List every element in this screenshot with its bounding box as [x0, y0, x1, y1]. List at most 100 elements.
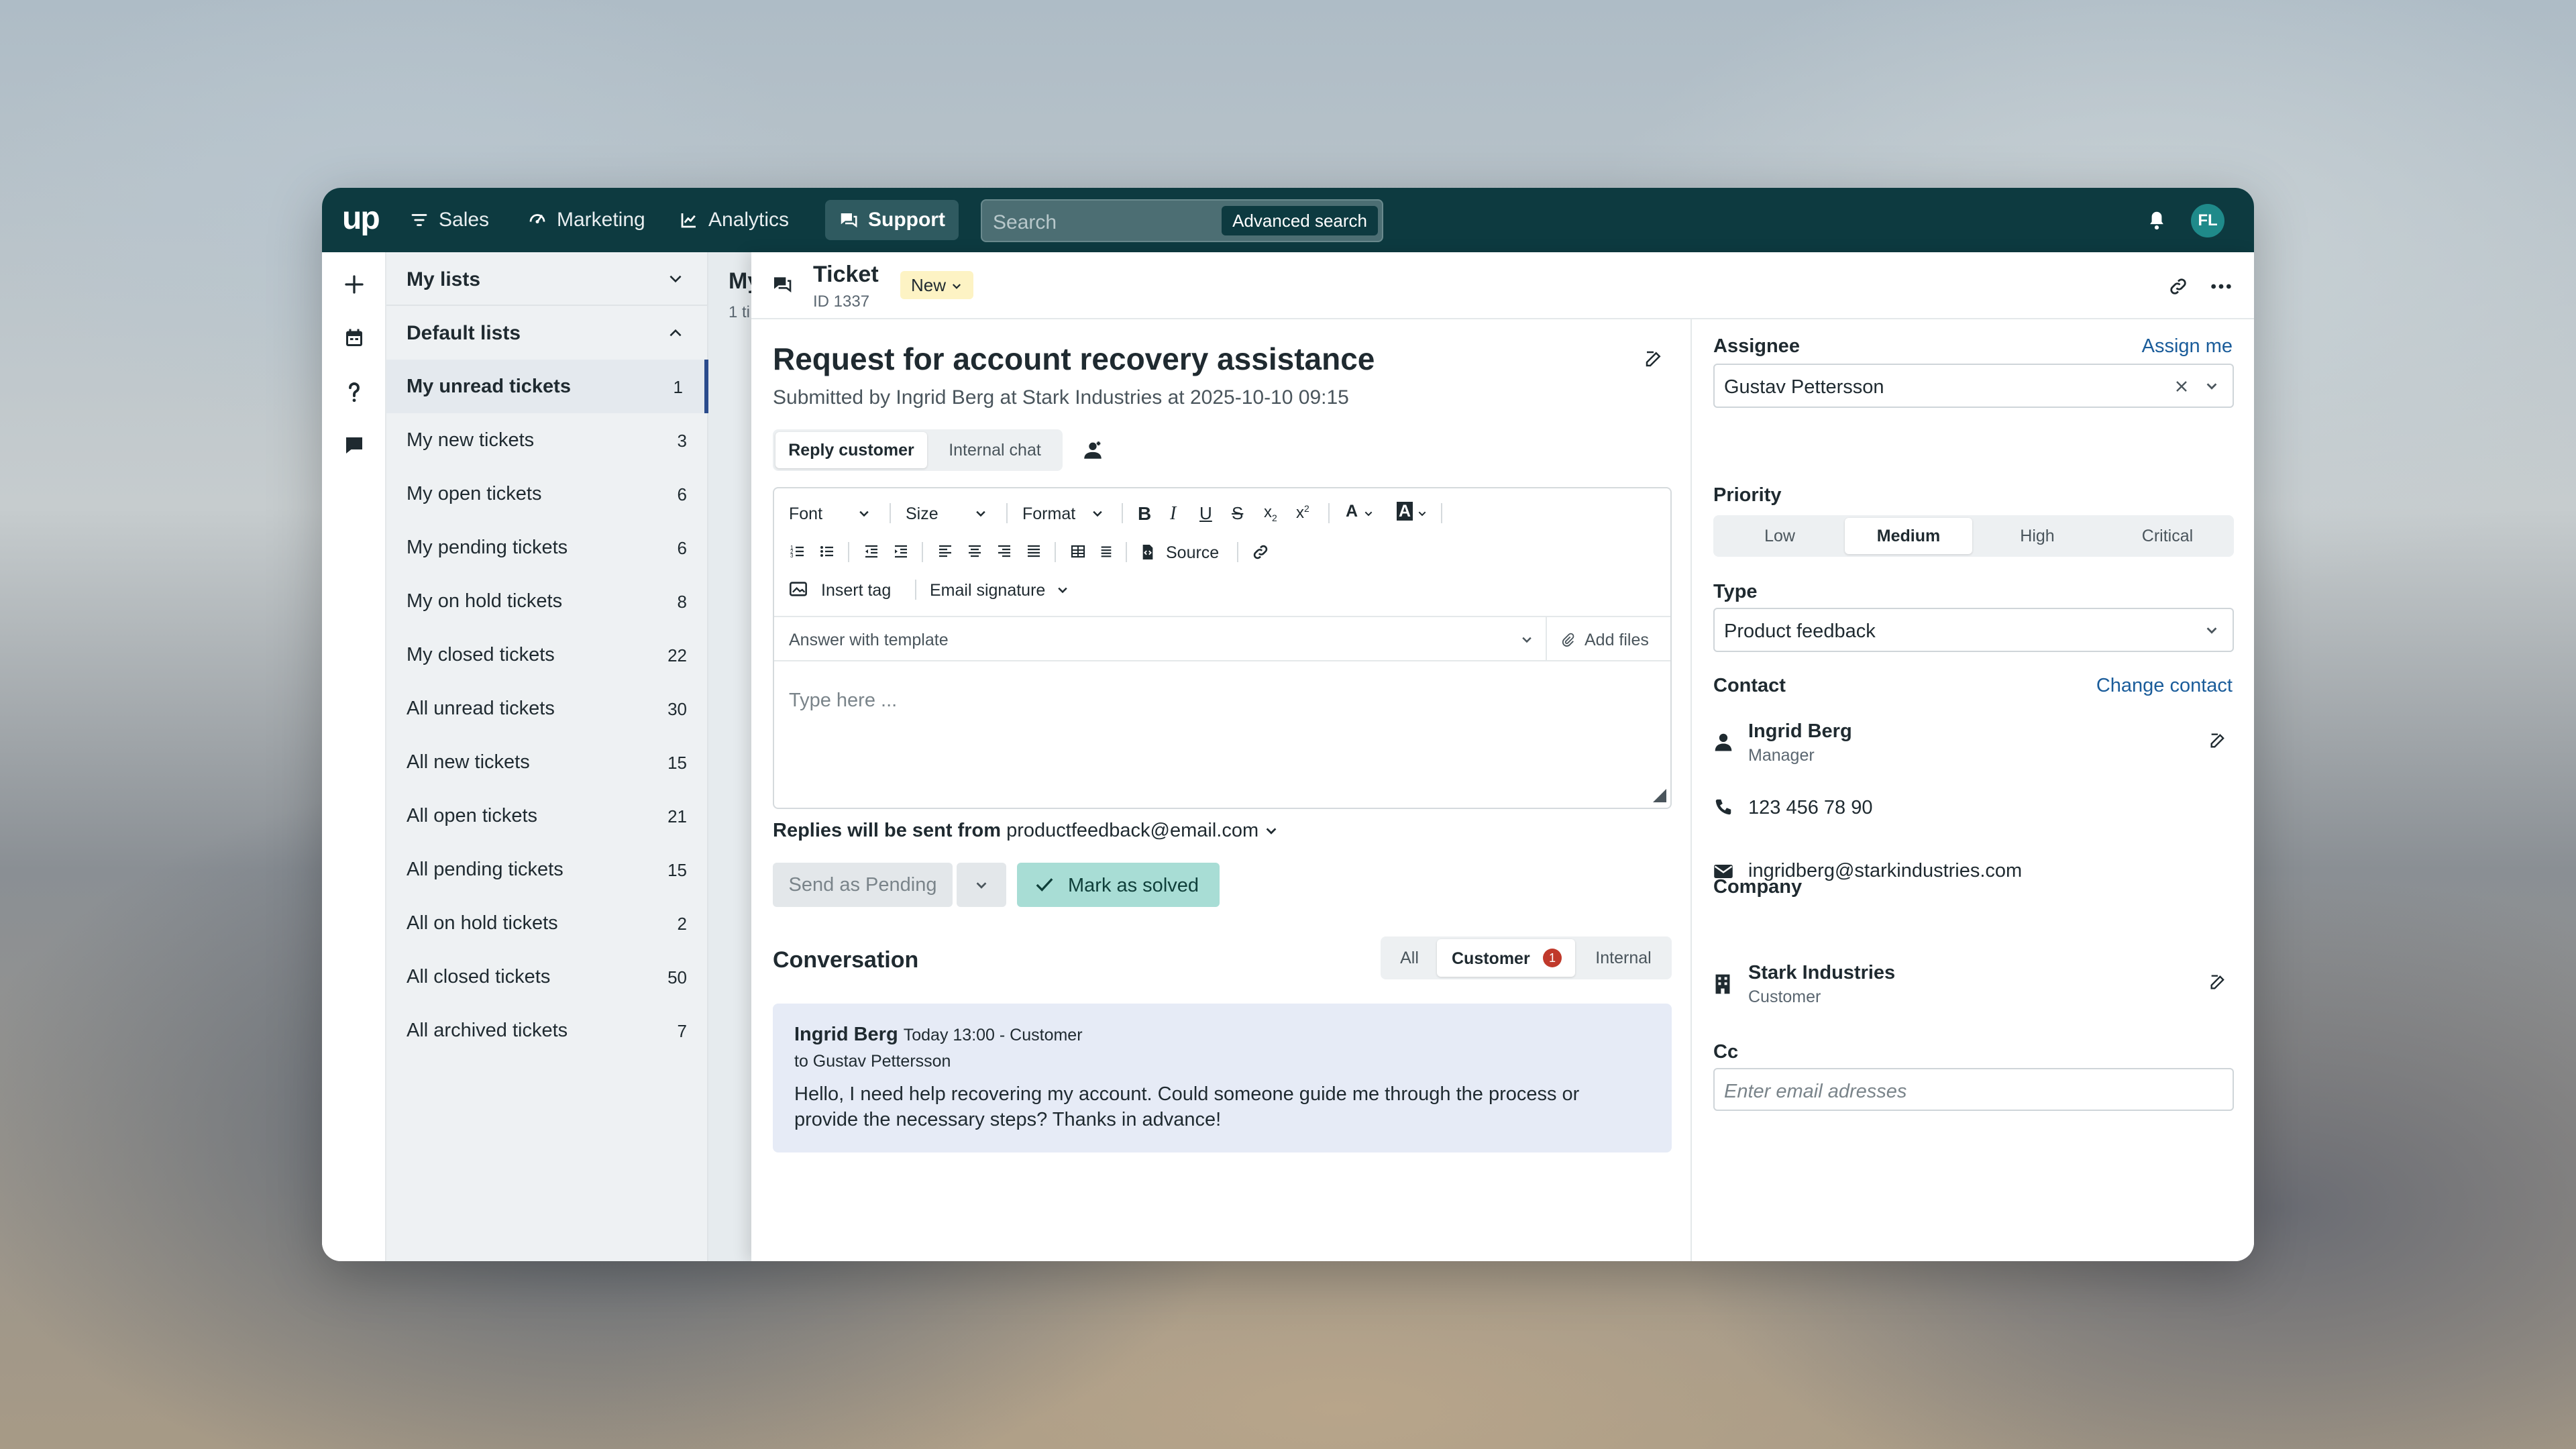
chevron-down-icon[interactable]: [667, 272, 684, 286]
app-logo[interactable]: up: [342, 200, 380, 237]
chevron-down-icon[interactable]: [1363, 510, 1374, 518]
tab-reply-customer[interactable]: Reply customer: [775, 432, 927, 468]
resize-handle-icon[interactable]: [1653, 789, 1666, 802]
user-avatar[interactable]: FL: [2191, 204, 2224, 237]
list-item[interactable]: My open tickets 6: [386, 467, 708, 521]
my-lists-header[interactable]: My lists: [407, 268, 480, 291]
numbered-list-icon[interactable]: 123: [789, 543, 806, 559]
search-input[interactable]: Search: [993, 211, 1057, 234]
link-icon[interactable]: [2168, 276, 2188, 297]
mark-solved-button[interactable]: Mark as solved: [1017, 863, 1220, 907]
filter-all[interactable]: All: [1383, 939, 1436, 977]
nav-support[interactable]: Support: [825, 200, 959, 240]
advanced-search-button[interactable]: Advanced search: [1222, 206, 1378, 235]
list-item[interactable]: My on hold tickets 8: [386, 574, 708, 628]
chevron-down-icon[interactable]: [974, 508, 987, 519]
list-item[interactable]: All archived tickets 7: [386, 1004, 708, 1057]
list-item[interactable]: All unread tickets 30: [386, 682, 708, 735]
email-signature-dropdown[interactable]: Email signature: [930, 581, 1045, 600]
calendar-icon[interactable]: [342, 326, 366, 350]
font-dropdown[interactable]: Font: [789, 504, 822, 524]
filter-customer[interactable]: Customer 1: [1437, 939, 1575, 977]
clear-icon[interactable]: [2174, 378, 2190, 394]
chevron-down-icon[interactable]: [1520, 635, 1534, 645]
priority-critical[interactable]: Critical: [2104, 518, 2231, 554]
chevron-down-icon[interactable]: [1056, 585, 1069, 596]
list-item[interactable]: My closed tickets 22: [386, 628, 708, 682]
subscript-button[interactable]: x2: [1264, 503, 1277, 523]
outdent-icon[interactable]: [863, 543, 880, 559]
italic-button[interactable]: I: [1170, 503, 1176, 525]
add-person-icon[interactable]: [1081, 439, 1104, 462]
contact-email[interactable]: ingridberg@starkindustries.com: [1748, 860, 2022, 882]
add-files-button[interactable]: Add files: [1585, 631, 1649, 650]
assignee-select[interactable]: Gustav Pettersson: [1713, 364, 2234, 408]
chevron-up-icon[interactable]: [667, 326, 684, 339]
list-item[interactable]: All closed tickets 50: [386, 950, 708, 1004]
source-icon[interactable]: [1140, 543, 1155, 561]
superscript-button[interactable]: x2: [1296, 503, 1309, 523]
nav-marketing[interactable]: Marketing: [514, 200, 659, 240]
chevron-down-icon[interactable]: [2204, 625, 2219, 636]
strikethrough-button[interactable]: S: [1232, 503, 1243, 524]
edit-icon[interactable]: [2208, 731, 2227, 750]
align-left-icon[interactable]: [936, 543, 954, 559]
priority-low[interactable]: Low: [1716, 518, 1843, 554]
underline-button[interactable]: U: [1199, 503, 1212, 524]
list-item[interactable]: My new tickets 3: [386, 413, 708, 467]
priority-high[interactable]: High: [1974, 518, 2101, 554]
default-lists-header[interactable]: Default lists: [407, 322, 521, 345]
nav-analytics[interactable]: Analytics: [665, 200, 802, 240]
more-icon[interactable]: [2210, 276, 2233, 297]
chevron-down-icon[interactable]: [857, 508, 871, 519]
chevron-down-icon[interactable]: [2204, 381, 2219, 392]
indent-icon[interactable]: [892, 543, 910, 559]
reply-from[interactable]: Replies will be sent from productfeedbac…: [773, 820, 1279, 842]
list-item[interactable]: All on hold tickets 2: [386, 896, 708, 950]
template-select[interactable]: Answer with template: [789, 631, 949, 650]
plus-icon[interactable]: [342, 272, 366, 297]
insert-tag-button[interactable]: Insert tag: [821, 581, 891, 600]
list-item[interactable]: All pending tickets 15: [386, 843, 708, 896]
edit-icon[interactable]: [2208, 973, 2227, 991]
bullet-list-icon[interactable]: [818, 543, 836, 559]
align-right-icon[interactable]: [996, 543, 1013, 559]
format-dropdown[interactable]: Format: [1022, 504, 1075, 524]
type-select[interactable]: Product feedback: [1713, 608, 2234, 652]
message-icon[interactable]: [342, 433, 366, 458]
contact-phone[interactable]: 123 456 78 90: [1748, 797, 1872, 819]
cc-input[interactable]: Enter email adresses: [1713, 1068, 2234, 1111]
text-color-button[interactable]: A: [1346, 502, 1358, 521]
tab-internal-chat[interactable]: Internal chat: [930, 432, 1060, 468]
send-pending-button[interactable]: Send as Pending: [773, 863, 953, 907]
bell-icon[interactable]: [2147, 209, 2167, 231]
change-contact-link[interactable]: Change contact: [2096, 675, 2233, 697]
edit-icon[interactable]: [1644, 349, 1664, 369]
bold-button[interactable]: B: [1138, 503, 1151, 525]
size-dropdown[interactable]: Size: [906, 504, 938, 524]
priority-medium[interactable]: Medium: [1845, 518, 1972, 554]
assign-me-link[interactable]: Assign me: [2142, 335, 2233, 358]
search-box[interactable]: Search Advanced search: [981, 199, 1383, 242]
list-item[interactable]: My pending tickets 6: [386, 521, 708, 574]
help-icon[interactable]: [342, 380, 366, 404]
horizontal-rule-icon[interactable]: [1099, 543, 1114, 559]
nav-sales[interactable]: Sales: [396, 200, 502, 240]
align-center-icon[interactable]: [966, 543, 983, 559]
highlight-color-button[interactable]: A: [1397, 502, 1413, 521]
list-item[interactable]: My unread tickets 1: [386, 360, 708, 413]
link-icon[interactable]: [1252, 543, 1269, 561]
chevron-down-icon[interactable]: [1417, 510, 1428, 518]
reply-textarea[interactable]: Type here ...: [789, 690, 897, 712]
list-item[interactable]: All open tickets 21: [386, 789, 708, 843]
source-button[interactable]: Source: [1166, 543, 1219, 563]
company-name: Stark Industries: [1748, 962, 1896, 983]
paperclip-icon[interactable]: [1560, 632, 1575, 648]
align-justify-icon[interactable]: [1025, 543, 1042, 559]
chevron-down-icon[interactable]: [1091, 508, 1104, 519]
list-item[interactable]: All new tickets 15: [386, 735, 708, 789]
table-icon[interactable]: [1069, 543, 1087, 559]
send-options-button[interactable]: [957, 863, 1006, 907]
filter-internal[interactable]: Internal: [1578, 939, 1669, 977]
status-dropdown[interactable]: New: [900, 271, 974, 299]
